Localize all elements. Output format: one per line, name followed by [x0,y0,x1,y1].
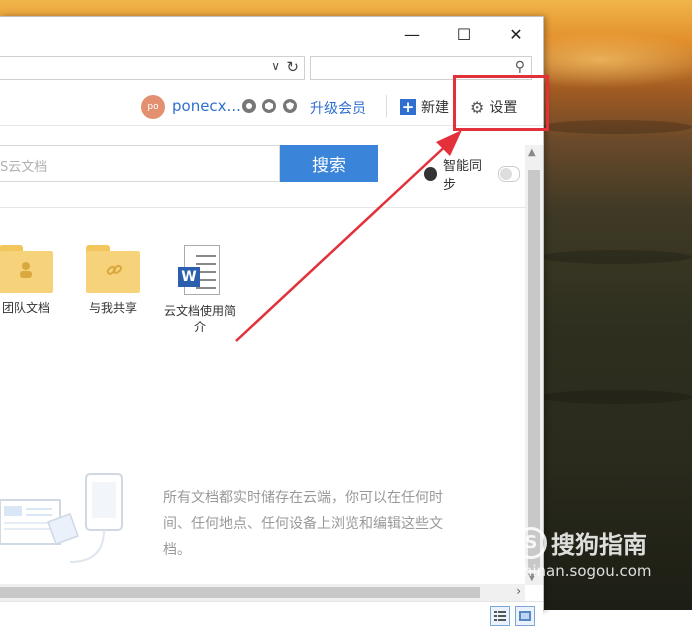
red-pointer-arrow [235,130,462,342]
sogou-logo-icon: S [515,526,547,559]
sogou-watermark: S 搜狗指南 zhinan.sogou.com [515,525,652,580]
watermark-title: 搜狗指南 [551,531,647,559]
watermark-url: zhinan.sogou.com [515,562,652,580]
